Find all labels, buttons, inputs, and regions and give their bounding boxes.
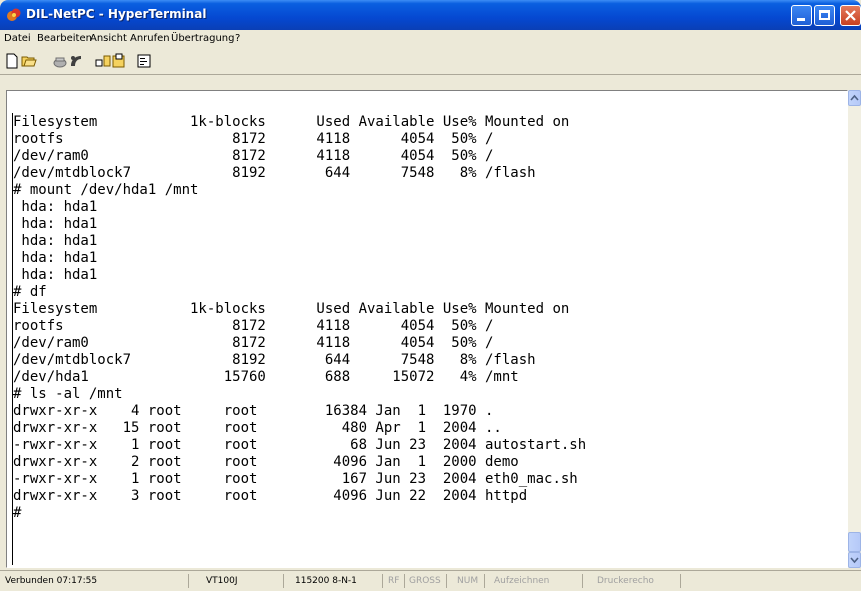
status-capture: Aufzeichnen <box>494 576 550 586</box>
status-separator <box>582 574 583 588</box>
status-separator <box>404 574 405 588</box>
status-printer-echo: Druckerecho <box>597 576 654 586</box>
chevron-up-icon <box>850 94 859 101</box>
terminal-line: hda: hda1 <box>13 199 98 215</box>
hang-up-icon[interactable] <box>68 53 84 69</box>
terminal-line: hda: hda1 <box>13 233 98 249</box>
status-separator <box>484 574 485 588</box>
terminal-line: # <box>13 505 22 521</box>
hyperterminal-app-icon[interactable] <box>6 7 22 23</box>
status-connected: Verbunden 07:17:55 <box>5 576 98 586</box>
call-icon[interactable] <box>52 53 68 69</box>
status-bar: Verbunden 07:17:55 VT100J 115200 8-N-1 R… <box>0 570 861 591</box>
status-separator <box>382 574 383 588</box>
title-bar[interactable]: DIL-NetPC - HyperTerminal <box>0 0 861 30</box>
status-separator <box>680 574 681 588</box>
terminal-line: hda: hda1 <box>13 216 98 232</box>
terminal-line: hda: hda1 <box>13 250 98 266</box>
terminal-line: drwxr-xr-x 15 root root 480 Apr 1 2004 .… <box>13 420 502 436</box>
close-button[interactable] <box>840 5 861 26</box>
terminal-line: Filesystem 1k-blocks Used Available Use%… <box>13 114 570 130</box>
terminal-line: -rwxr-xr-x 1 root root 68 Jun 23 2004 au… <box>13 437 587 453</box>
toolbar <box>0 48 861 75</box>
terminal-output[interactable]: Filesystem 1k-blocks Used Available Use%… <box>13 114 586 522</box>
terminal-line: drwxr-xr-x 4 root root 16384 Jan 1 1970 … <box>13 403 494 419</box>
vertical-scrollbar[interactable] <box>848 90 861 568</box>
menu-uebertragung[interactable]: Übertragung <box>171 33 234 44</box>
properties-icon[interactable] <box>136 53 152 69</box>
close-icon <box>845 10 856 21</box>
maximize-button[interactable] <box>814 5 835 26</box>
menu-datei[interactable]: Datei <box>4 33 31 44</box>
menu-bearbeiten[interactable]: Bearbeiten <box>37 33 92 44</box>
status-separator <box>188 574 189 588</box>
scroll-down-button[interactable] <box>848 552 861 568</box>
new-icon[interactable] <box>4 53 20 69</box>
status-rf: RF <box>388 576 400 586</box>
scroll-thumb[interactable] <box>848 532 861 552</box>
terminal-line: # ls -al /mnt <box>13 386 123 402</box>
status-separator <box>283 574 284 588</box>
terminal-line: # mount /dev/hda1 /mnt <box>13 182 199 198</box>
status-port-settings: 115200 8-N-1 <box>295 576 357 586</box>
menu-anrufen[interactable]: Anrufen <box>130 33 170 44</box>
chevron-down-icon <box>850 557 859 564</box>
terminal-line: Filesystem 1k-blocks Used Available Use%… <box>13 301 570 317</box>
status-separator <box>446 574 447 588</box>
window-title: DIL-NetPC - HyperTerminal <box>26 7 207 21</box>
menu-bar: Datei Bearbeiten Ansicht Anrufen Übertra… <box>0 30 861 48</box>
terminal-line: /dev/mtdblock7 8192 644 7548 8% /flash <box>13 165 536 181</box>
terminal-line: rootfs 8172 4118 4054 50% / <box>13 318 494 334</box>
terminal-line: drwxr-xr-x 2 root root 4096 Jan 1 2000 d… <box>13 454 519 470</box>
receive-icon[interactable] <box>111 53 127 69</box>
send-icon[interactable] <box>95 53 111 69</box>
terminal-line: /dev/mtdblock7 8192 644 7548 8% /flash <box>13 352 536 368</box>
terminal-line: /dev/ram0 8172 4118 4054 50% / <box>13 335 494 351</box>
terminal-line: # df <box>13 284 47 300</box>
terminal-line: rootfs 8172 4118 4054 50% / <box>13 131 494 147</box>
menu-help[interactable]: ? <box>235 33 240 44</box>
minimize-button[interactable] <box>791 5 812 26</box>
status-gross: GROSS <box>409 576 441 586</box>
status-emulation: VT100J <box>206 576 238 586</box>
terminal-line: hda: hda1 <box>13 267 98 283</box>
scroll-up-button[interactable] <box>848 90 861 106</box>
terminal-line: drwxr-xr-x 3 root root 4096 Jun 22 2004 … <box>13 488 528 504</box>
menu-ansicht[interactable]: Ansicht <box>90 33 127 44</box>
status-num: NUM <box>457 576 479 586</box>
terminal-line: -rwxr-xr-x 1 root root 167 Jun 23 2004 e… <box>13 471 578 487</box>
open-icon[interactable] <box>21 53 37 69</box>
terminal-line: /dev/ram0 8172 4118 4054 50% / <box>13 148 494 164</box>
terminal-line: /dev/hda1 15760 688 15072 4% /mnt <box>13 369 519 385</box>
